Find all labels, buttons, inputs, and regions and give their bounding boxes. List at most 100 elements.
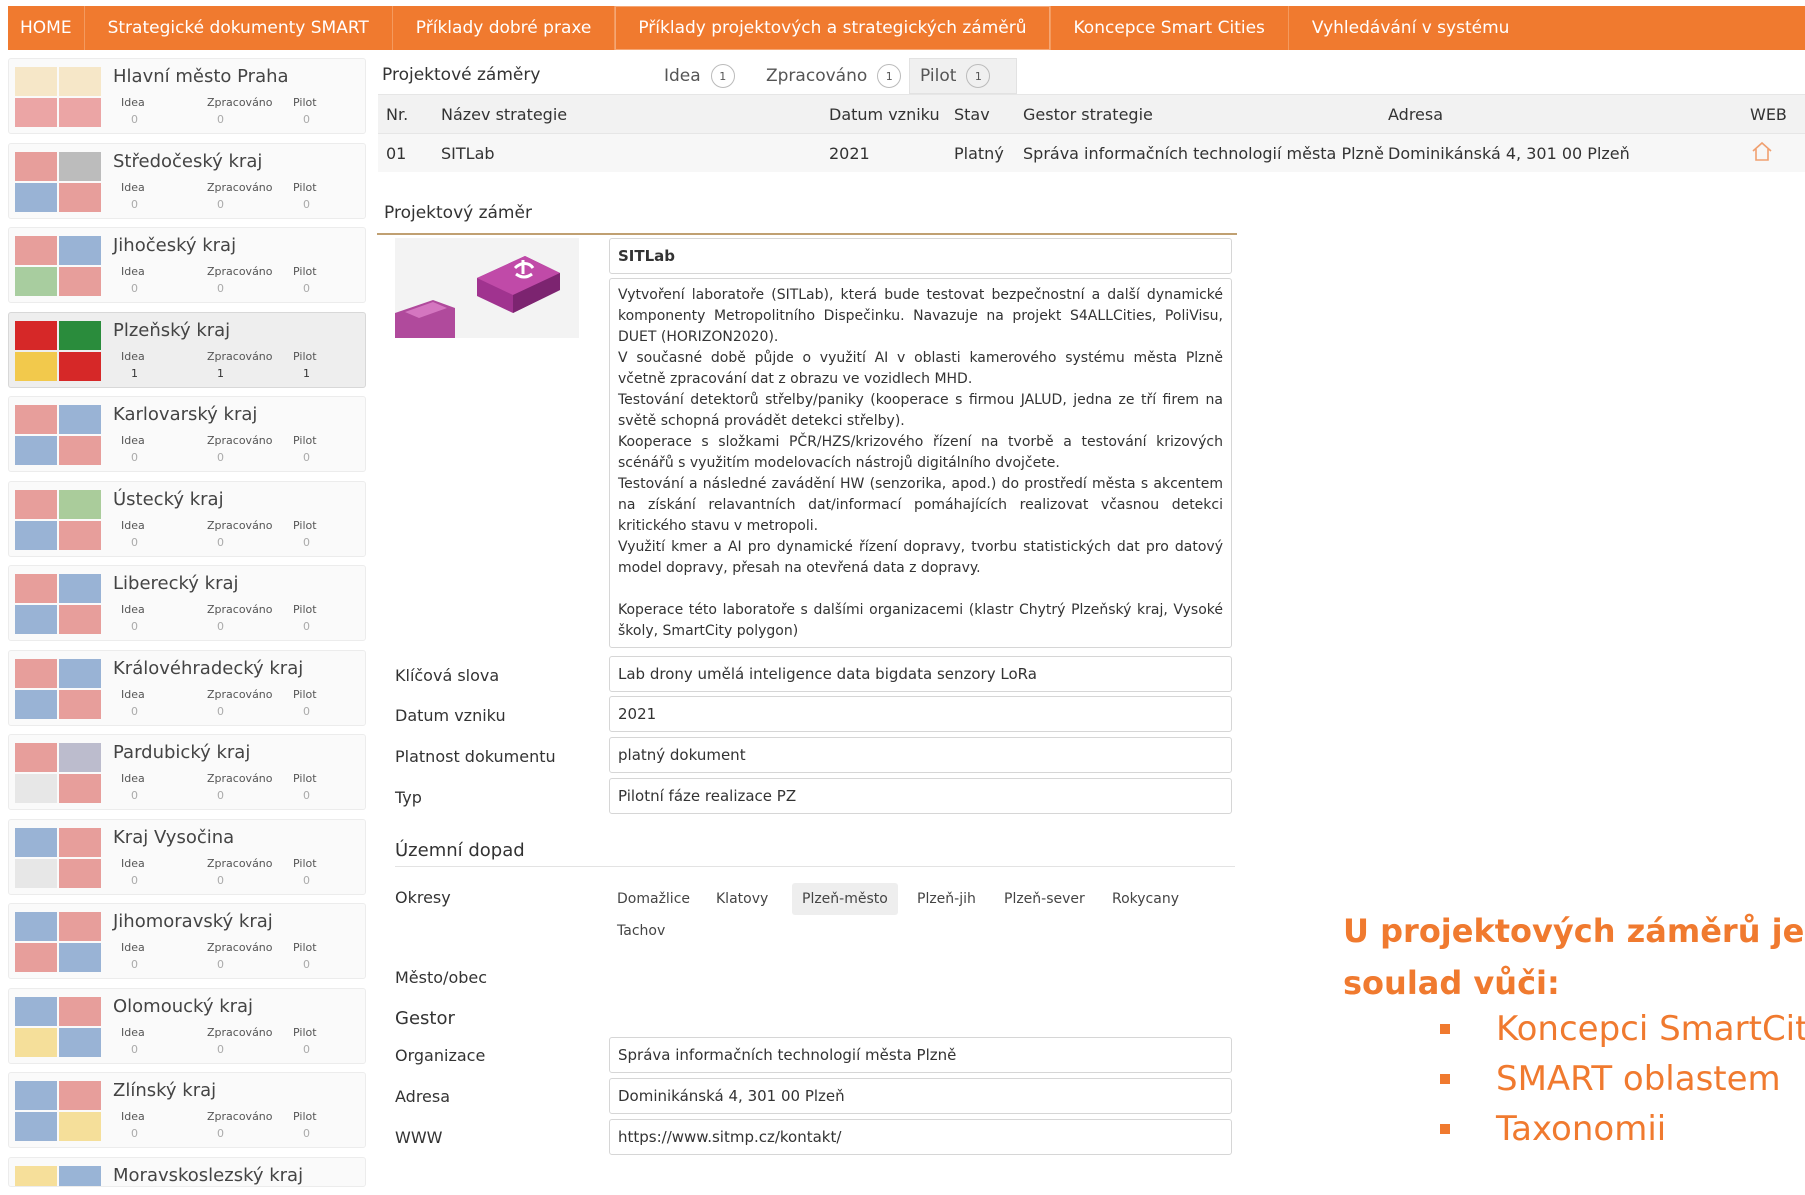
project-image: [395, 238, 579, 338]
region-item[interactable]: Kraj Vysočina Idea 0 Zpracováno 0 Pilot 0: [8, 818, 366, 895]
project-tabs-bar: Projektové záměry Idea 1 Zpracováno 1 Pi…: [378, 58, 1805, 94]
stat-label: Pilot: [293, 687, 317, 701]
stat-value: 0: [217, 620, 224, 633]
nav-project-examples[interactable]: Příklady projektových a strategických zá…: [615, 6, 1051, 50]
region-stat: Pilot 0: [293, 519, 353, 549]
region-item[interactable]: Karlovarský kraj Idea 0 Zpracováno 0 Pilot 0: [8, 396, 366, 472]
region-item[interactable]: Zlínský kraj Idea 0 Zpracováno 0 Pilot 0: [8, 1072, 366, 1148]
district-plzen-jih[interactable]: Plzeň-jih: [907, 887, 986, 911]
stat-label: Zpracováno: [207, 772, 273, 785]
stat-value: 0: [303, 620, 310, 633]
label-city: Město/obec: [395, 968, 488, 987]
organization-field[interactable]: Správa informačních technologií města Pl…: [609, 1037, 1232, 1073]
stat-label: Pilot: [293, 856, 317, 870]
www-field[interactable]: https://www.sitmp.cz/kontakt/: [609, 1119, 1232, 1155]
region-coat-of-arms-icon: [15, 996, 101, 1057]
stat-value: 1: [217, 366, 224, 380]
project-thumbnail: [395, 238, 579, 338]
region-item[interactable]: Pardubický kraj Idea 0 Zpracováno 0 Pilot 0: [8, 734, 366, 810]
region-stat: Zpracováno 0: [207, 603, 293, 633]
region-item[interactable]: Plzeňský kraj Idea 1 Zpracováno 1 Pilot 1: [8, 311, 366, 388]
region-stat: Pilot 0: [293, 181, 353, 211]
detail-title: Projektový záměr: [384, 203, 532, 223]
region-stat: Idea 0: [121, 434, 207, 464]
description-paragraph: [618, 579, 1223, 600]
description-paragraph: Koperace této laboratoře s dalšími organ…: [618, 602, 1223, 639]
region-stat: Idea 0: [121, 772, 207, 802]
keywords-field[interactable]: Lab drony umělá inteligence data bigdata…: [609, 656, 1232, 692]
nav-search[interactable]: Vyhledávání v systému: [1289, 6, 1532, 50]
region-stat: Zpracováno 0: [207, 1026, 293, 1056]
region-coat-of-arms-icon: [15, 827, 101, 888]
region-stat: Zpracováno 1: [207, 350, 293, 380]
region-stat: Pilot 0: [293, 772, 353, 802]
tab-pilot[interactable]: Pilot 1: [909, 58, 1017, 94]
region-item[interactable]: Jihočeský kraj Idea 0 Zpracováno 0 Pilot 0: [8, 227, 366, 303]
region-coat-of-arms-icon: [15, 151, 101, 212]
region-stat: Pilot 0: [293, 1110, 353, 1140]
tab-zpracovano-count: 1: [877, 64, 902, 88]
created-date-field[interactable]: 2021: [609, 696, 1232, 732]
cell-nr: 01: [386, 143, 407, 163]
region-item[interactable]: Středočeský kraj Idea 0 Zpracováno 0 Pilot 0: [8, 142, 366, 219]
tab-idea-count: 1: [710, 64, 735, 88]
label-organization: Organizace: [395, 1046, 486, 1065]
district-rokycany[interactable]: Rokycany: [1102, 887, 1189, 911]
region-stats: Idea 0 Zpracováno 0 Pilot 0: [121, 603, 353, 633]
stat-value: 0: [303, 1127, 310, 1140]
region-stat: Idea 0: [121, 941, 207, 971]
type-field[interactable]: Pilotní fáze realizace PZ: [609, 778, 1232, 814]
bullet-item: Koncepci SmartCities: [1440, 1004, 1805, 1054]
district-plzen-sever[interactable]: Plzeň-sever: [994, 887, 1095, 911]
region-stat: Pilot 0: [293, 96, 353, 126]
region-item[interactable]: Liberecký kraj Idea 0 Zpracováno 0 Pilot 0: [8, 565, 366, 641]
cell-name: SITLab: [441, 143, 495, 163]
region-item[interactable]: Královéhradecký kraj Idea 0 Zpracováno 0 Pilo…: [8, 649, 366, 726]
region-coat-of-arms-icon: [15, 1165, 101, 1186]
stat-value: 0: [217, 789, 224, 802]
stat-value: 0: [131, 1042, 138, 1056]
nav-smart-cities-concept[interactable]: Koncepce Smart Cities: [1051, 6, 1289, 50]
stat-value: 0: [217, 113, 224, 126]
stat-label: Zpracováno: [207, 856, 273, 870]
tab-pilot-count: 1: [966, 64, 991, 88]
region-name: Jihomoravský kraj: [113, 911, 273, 932]
region-stats: Idea 0 Zpracováno 0 Pilot 0: [121, 941, 353, 971]
project-description: Vytvoření laboratoře (SITLab), která bud…: [609, 278, 1232, 648]
stat-value: 0: [131, 282, 138, 295]
region-item[interactable]: Moravskoslezský kraj: [8, 1156, 366, 1187]
stat-label: Zpracováno: [207, 687, 273, 701]
nav-good-practice[interactable]: Příklady dobré praxe: [393, 6, 616, 50]
district-klatovy[interactable]: Klatovy: [706, 887, 778, 911]
region-item[interactable]: Hlavní město Praha Idea 0 Zpracováno 0 Pilot 0: [8, 58, 366, 134]
stat-label: Pilot: [293, 603, 317, 616]
region-stat: Zpracováno 0: [207, 96, 293, 126]
label-created-date: Datum vzniku: [395, 706, 506, 725]
tab-zpracovano[interactable]: Zpracováno 1: [756, 58, 911, 94]
region-coat-of-arms-icon: [15, 743, 101, 803]
validity-field[interactable]: platný dokument: [609, 737, 1232, 773]
address-field[interactable]: Dominikánská 4, 301 00 Plzeň: [609, 1078, 1232, 1114]
projects-section-label: Projektové záměry: [382, 65, 541, 85]
district-domazlice[interactable]: Domažlice: [607, 887, 700, 911]
region-stats: Idea 1 Zpracováno 1 Pilot 1: [121, 350, 353, 380]
tab-idea[interactable]: Idea 1: [654, 58, 745, 94]
table-row[interactable]: 01 SITLab 2021 Platný Správa informačníc…: [378, 133, 1805, 172]
nav-strategic-documents[interactable]: Strategické dokumenty SMART: [85, 6, 393, 50]
stat-label: Idea: [121, 1025, 145, 1039]
stat-label: Zpracováno: [207, 265, 273, 278]
callout-line-1: U projektových záměrů je: [1343, 912, 1805, 950]
region-stat: Zpracováno 0: [207, 772, 293, 802]
web-link[interactable]: [1750, 140, 1805, 166]
region-item[interactable]: Ústecký kraj Idea 0 Zpracováno 0 Pilot 0: [8, 480, 366, 557]
region-item[interactable]: Jihomoravský kraj Idea 0 Zpracováno 0 Pilot 0: [8, 903, 366, 979]
district-tachov[interactable]: Tachov: [607, 919, 675, 943]
stat-label: Idea: [121, 772, 145, 785]
region-stat: Zpracováno 0: [207, 519, 293, 549]
region-item[interactable]: Olomoucký kraj Idea 0 Zpracováno 0 Pilot 0: [8, 987, 366, 1064]
region-stats: Idea 0 Zpracováno 0 Pilot 0: [121, 1110, 353, 1140]
nav-home[interactable]: HOME: [8, 6, 85, 50]
region-name: Hlavní město Praha: [113, 66, 289, 87]
col-state: Stav: [954, 104, 990, 124]
district-plzen-mesto[interactable]: Plzeň-město: [792, 883, 898, 915]
